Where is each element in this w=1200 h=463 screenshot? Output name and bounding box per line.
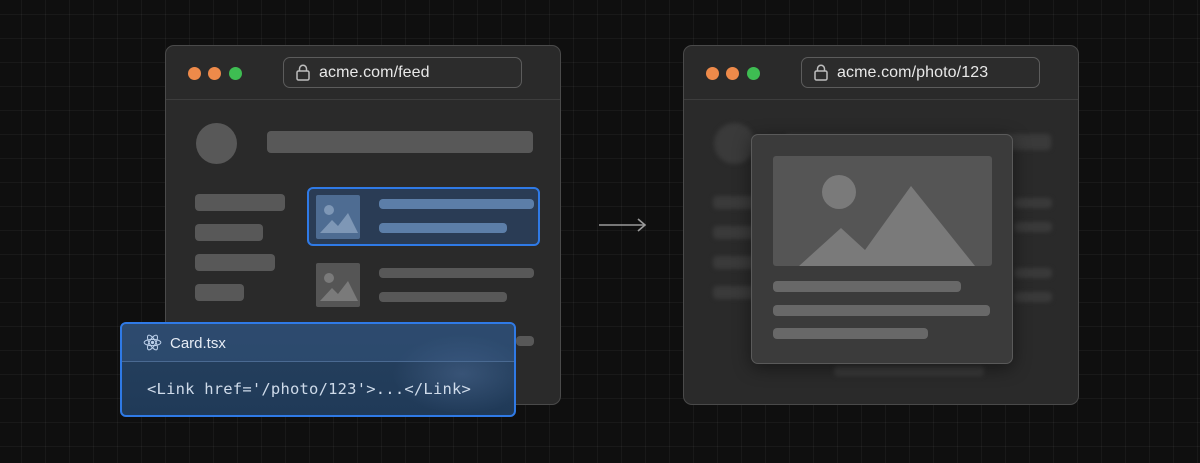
window-titlebar: acme.com/feed: [166, 46, 560, 100]
window-maximize-dot[interactable]: [747, 67, 760, 80]
header-line-placeholder: [267, 131, 533, 153]
card-line-placeholder: [379, 292, 507, 302]
photo-line-placeholder: [773, 305, 990, 316]
blurred-line: [1014, 268, 1052, 278]
window-close-dot[interactable]: [706, 67, 719, 80]
address-url: acme.com/photo/123: [837, 64, 989, 81]
avatar-placeholder: [196, 123, 237, 164]
address-url: acme.com/feed: [319, 64, 430, 81]
code-panel-header: Card.tsx: [122, 324, 514, 362]
window-minimize-dot[interactable]: [208, 67, 221, 80]
window-close-dot[interactable]: [188, 67, 201, 80]
code-snippet: <Link href='/photo/123'>...</Link>: [147, 380, 472, 398]
card-line-placeholder: [379, 223, 507, 233]
card-line-placeholder: [379, 268, 534, 278]
window-minimize-dot[interactable]: [726, 67, 739, 80]
react-icon: [143, 333, 162, 357]
sidebar-line-placeholder: [195, 194, 285, 211]
address-bar[interactable]: acme.com/feed: [283, 57, 522, 88]
blurred-line: [1014, 292, 1052, 302]
window-titlebar: acme.com/photo/123: [684, 46, 1078, 100]
sidebar-line-placeholder: [195, 224, 263, 241]
lock-icon: [814, 64, 828, 86]
image-placeholder-icon: [316, 263, 360, 312]
photo-modal[interactable]: [751, 134, 1013, 364]
blurred-line: [834, 366, 984, 376]
arrow-right-icon: [598, 217, 648, 238]
sidebar-line-placeholder: [195, 254, 275, 271]
window-maximize-dot[interactable]: [229, 67, 242, 80]
browser-window-photo: acme.com/photo/123: [683, 45, 1079, 405]
image-placeholder-icon: [316, 195, 360, 244]
photo-line-placeholder: [773, 328, 928, 339]
code-panel: Card.tsx <Link href='/photo/123'>...</Li…: [120, 322, 516, 417]
card-line-placeholder: [379, 199, 534, 209]
blurred-line: [1014, 198, 1052, 208]
blurred-line: [1014, 222, 1052, 232]
image-placeholder-icon: [773, 156, 992, 271]
sidebar-line-placeholder: [195, 284, 244, 301]
photo-line-placeholder: [773, 281, 961, 292]
blurred-avatar: [714, 123, 755, 164]
address-bar[interactable]: acme.com/photo/123: [801, 57, 1040, 88]
lock-icon: [296, 64, 310, 86]
card-line-placeholder: [516, 336, 534, 346]
code-file-name: Card.tsx: [170, 335, 226, 352]
